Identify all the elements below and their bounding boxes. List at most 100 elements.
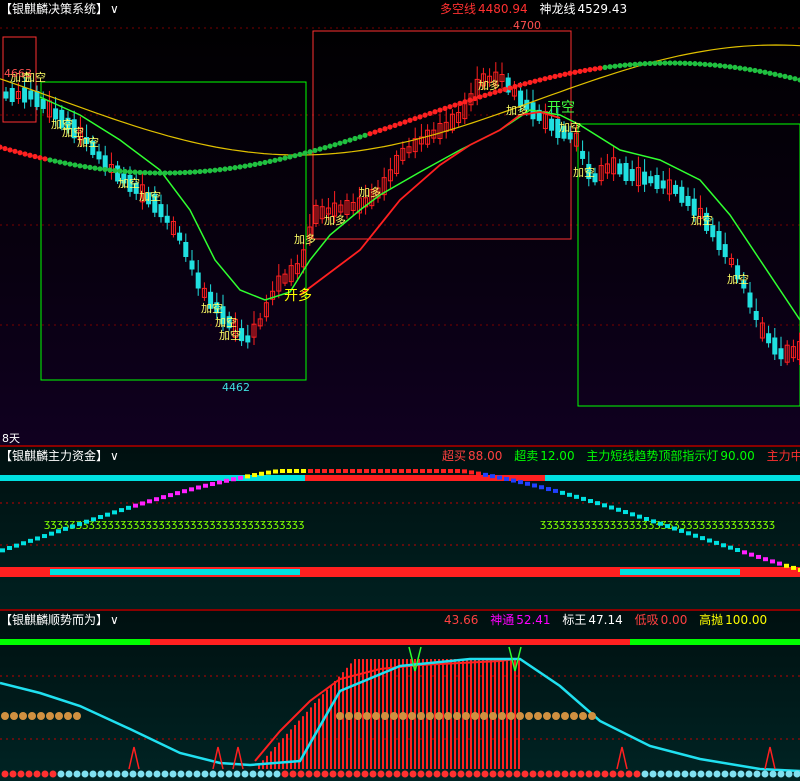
trend-header: 【银麒麟顺势而为】 ∨ 43.66 神通 52.41 标王 47.14 低吸 0.00 … [0,611,800,629]
signal-label: 加空 [118,176,140,190]
candle-body [629,169,635,182]
capital-step [679,528,684,533]
bottom-dot [577,770,585,778]
trend-dot [132,169,138,175]
coin-dot [37,712,45,720]
trend-title[interactable]: 【银麒麟顺势而为】 [0,613,108,627]
capital-step [315,469,320,473]
capital-step [84,519,89,524]
capital-step [147,499,152,504]
capital-step [665,524,670,529]
bottom-dot [361,770,369,778]
trend-dot [192,169,198,175]
signal-spike [212,746,224,770]
coin-dot [552,712,560,720]
trend-dot [632,61,638,67]
main-chart-svg[interactable]: 加空加空加空加空加空加空加空加空开多加多加多加多加多加多 开空加空加空加空加空加空… [0,0,800,446]
trend-dot [227,165,233,171]
capital-chart-svg[interactable]: ʒʒʒʒʒʒʒʒʒʒʒʒʒʒʒʒʒʒʒʒʒʒʒʒʒʒʒʒʒʒʒʒʒʒʒʒʒʒʒʒ… [0,447,800,610]
capital-title[interactable]: 【银麒麟主力资金】 [0,449,108,463]
coin-dot [408,712,416,720]
capital-step [574,494,579,499]
coin-dot [46,712,54,720]
bottom-dot [745,770,753,778]
coin-dot [471,712,479,720]
trend-dot [252,161,258,167]
trend-dot [147,170,153,176]
bottom-dot [761,770,769,778]
trend-dot [467,97,473,103]
trend-dot [17,150,23,156]
trend-dot [62,160,68,166]
coin-dot [28,712,36,720]
chevron-down-icon[interactable]: ∨ [110,2,119,16]
main-title[interactable]: 【银麒麟决策系统】 [0,2,108,16]
capital-step [7,545,12,550]
candle-body [691,198,697,216]
coin-dot [363,712,371,720]
trend-dot [47,157,53,163]
trend-dot [682,60,688,66]
trend-dot [782,73,788,79]
bottom-dot [617,770,625,778]
trend-dot [157,170,163,176]
capital-step [329,469,334,473]
signal-label: 加空 [139,189,161,203]
bottom-dot [473,770,481,778]
trend-panel[interactable]: 【银麒麟顺势而为】 ∨ 43.66 神通 52.41 标王 47.14 低吸 0.00 … [0,611,800,781]
capital-step [602,503,607,508]
capital-step [371,469,376,473]
trend-dot [487,91,493,97]
trend-dot [527,79,533,86]
trend-dot [217,167,223,173]
capital-step [686,531,691,536]
capital-step [560,490,565,495]
capital-step [763,557,768,562]
trend-dot [122,168,128,175]
capital-panel[interactable]: ʒʒʒʒʒʒʒʒʒʒʒʒʒʒʒʒʒʒʒʒʒʒʒʒʒʒʒʒʒʒʒʒʒʒʒʒʒʒʒʒ… [0,447,800,610]
top-band-red [150,639,630,645]
signal-label: 开多 [284,287,312,304]
chevron-down-icon[interactable]: ∨ [110,613,119,627]
ind-dingbu-value: 90.00 [720,449,755,463]
coin-dot [579,712,587,720]
trend-dot [462,99,468,105]
ind-shentong-value: 52.41 [516,613,551,627]
bottom-dot [737,770,745,778]
trend-dot [207,168,213,174]
trend-dot [22,151,28,157]
trend-dot [347,137,353,143]
bottom-dot [233,770,241,778]
capital-step [343,469,348,473]
trend-dot [742,66,748,72]
candle-body [28,90,34,100]
candle-body [778,348,784,360]
bottom-left-label: 8天 [2,432,20,445]
trend-dot [757,68,763,74]
trend-dot [732,64,738,71]
candle-body [96,151,102,160]
trend-dot [752,67,758,74]
candle-body [164,215,170,223]
bottom-dot [497,770,505,778]
capital-step [14,543,19,548]
trend-chart-svg[interactable] [0,611,800,781]
trend-dot [322,145,328,151]
trend-dot [177,170,183,176]
chevron-down-icon[interactable]: ∨ [110,449,119,463]
main-chart-panel[interactable]: 加空 加空 加空 加空 加空 加空 加空 加空 开多 加多 加多 加多 加多 加多 开空 加空 加空 加空 加空 加空… [0,0,800,446]
trend-dot [587,67,593,73]
trend-dot [702,61,708,67]
trend-dot [662,60,668,66]
trend-dot [237,164,243,170]
trend-dot [67,161,73,167]
trend-dot [312,147,318,154]
trend-dot [377,127,383,133]
trend-dot [267,158,273,165]
candle-body [722,244,728,258]
bottom-dot [49,770,57,778]
main-indicators: 多空线 4480.94 神龙线 4529.43 [440,0,635,18]
ind-shenlong-value: 4529.43 [577,2,628,16]
bottom-dot [249,770,257,778]
capital-step [644,516,649,521]
